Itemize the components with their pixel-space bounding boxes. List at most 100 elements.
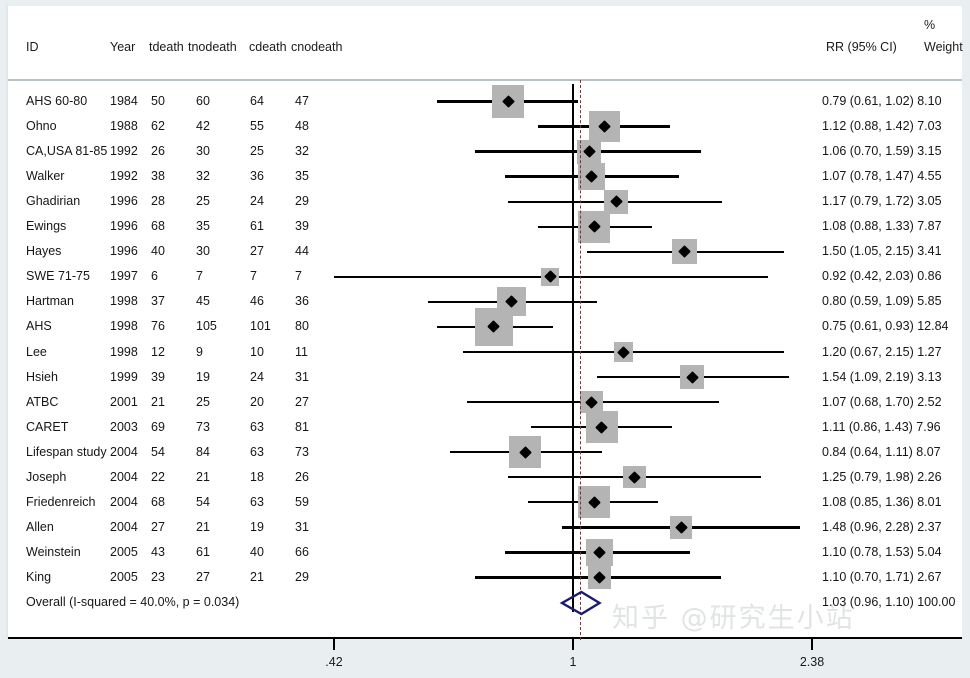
study-tdeath: 69 [151,419,165,434]
table-row: AHS 1998 76 105 101 80 0.75 (0.61, 0.93) 12.84 [0,314,970,339]
study-cdeath: 21 [250,569,264,584]
study-cnodeath: 32 [295,144,309,159]
overall-label: Overall (I-squared = 40.0%, p = 0.034) [26,595,240,609]
axis-tick-label: 2.38 [799,655,825,669]
table-row: CARET 2003 69 73 63 81 1.11 (0.86, 1.43) 7.96 [0,415,970,440]
study-year: 2004 [110,469,138,484]
study-year: 1998 [110,294,138,309]
header-divider [8,79,962,81]
study-tnodeath: 21 [196,469,210,484]
study-id: Allen [26,519,54,534]
table-row: CA,USA 81-85 1992 26 30 25 32 1.06 (0.70, 1.59… [0,139,970,164]
table-row: Friedenreich 2004 68 54 63 59 1.08 (0.85, 1.36… [0,490,970,515]
table-row: Ghadirian 1996 28 25 24 29 1.17 (0.79, 1.72) 3… [0,189,970,214]
header-rr-ci: RR (95% CI) [826,40,897,54]
axis-tick-label: .42 [325,655,343,669]
header-weight: Weight [924,40,963,54]
study-cnodeath: 80 [295,319,309,334]
axis-tick [333,639,335,650]
study-rr-ci-weight: 1.48 (0.96, 2.28) 2.37 [822,519,942,534]
study-rr-ci-weight: 1.50 (1.05, 2.15) 3.41 [822,244,942,259]
study-year: 1996 [110,244,138,259]
study-cdeath: 40 [250,544,264,559]
study-id: SWE 71-75 [26,269,90,284]
table-row: Ewings 1996 68 35 61 39 1.08 (0.88, 1.33) 7.87 [0,214,970,239]
study-tdeath: 12 [151,344,165,359]
study-id: CA,USA 81-85 [26,144,108,159]
study-tdeath: 21 [151,394,165,409]
study-tdeath: 68 [151,219,165,234]
study-rr-ci-weight: 1.20 (0.67, 2.15) 1.27 [822,344,942,359]
study-year: 1998 [110,319,138,334]
study-tdeath: 26 [151,144,165,159]
header-tdeath: tdeath [149,40,184,54]
study-cdeath: 46 [250,294,264,309]
study-id: Ohno [26,119,57,134]
study-tdeath: 43 [151,544,165,559]
study-tnodeath: 84 [196,444,210,459]
study-tdeath: 68 [151,494,165,509]
study-tdeath: 22 [151,469,165,484]
study-cdeath: 63 [250,419,264,434]
study-cdeath: 10 [250,344,264,359]
study-rr-ci-weight: 0.79 (0.61, 1.02) 8.10 [822,94,942,108]
table-row: Hartman 1998 37 45 46 36 0.80 (0.59, 1.09) 5.8… [0,289,970,314]
study-cnodeath: 48 [295,119,309,134]
study-year: 2003 [110,419,138,434]
study-tnodeath: 25 [196,394,210,409]
study-id: ATBC [26,394,59,409]
study-tdeath: 6 [151,269,158,284]
study-tnodeath: 19 [196,369,210,384]
study-tnodeath: 30 [196,144,210,159]
study-id: AHS 60-80 [26,94,88,108]
study-cdeath: 63 [250,444,264,459]
study-cnodeath: 29 [295,194,309,209]
header-id: ID [26,40,39,54]
study-id: Lifespan study [26,444,107,459]
study-cdeath: 55 [250,119,264,134]
study-tdeath: 39 [151,369,165,384]
header-cdeath: cdeath [249,40,287,54]
study-rr-ci-weight: 1.10 (0.70, 1.71) 2.67 [822,569,942,584]
study-year: 2005 [110,544,138,559]
study-id: Friedenreich [26,494,96,509]
study-rr-ci-weight: 0.80 (0.59, 1.09) 5.85 [822,294,942,309]
study-cnodeath: 47 [295,94,309,108]
study-rr-ci-weight: 1.54 (1.09, 2.19) 3.13 [822,369,942,384]
study-cnodeath: 11 [295,344,308,359]
study-year: 2004 [110,519,138,534]
table-row: Walker 1992 38 32 36 35 1.07 (0.78, 1.47) 4.55 [0,164,970,189]
study-rr-ci-weight: 0.84 (0.64, 1.11) 8.07 [822,444,941,459]
study-tnodeath: 42 [196,119,210,134]
study-tdeath: 38 [151,169,165,184]
study-tnodeath: 7 [196,269,203,284]
study-cdeath: 7 [250,269,257,284]
table-row: Lee 1998 12 9 10 11 1.20 (0.67, 2.15) 1.27 [0,340,970,365]
study-tnodeath: 30 [196,244,210,259]
table-row: Ohno 1988 62 42 55 48 1.12 (0.88, 1.42) 7.03 [0,114,970,139]
table-row: Allen 2004 27 21 19 31 1.48 (0.96, 2.28) 2.37 [0,515,970,540]
study-tnodeath: 27 [196,569,210,584]
table-row: King 2005 23 27 21 29 1.10 (0.70, 1.71) 2.67 [0,565,970,590]
study-id: Joseph [26,469,67,484]
study-cdeath: 63 [250,494,264,509]
table-row: Hayes 1996 40 30 27 44 1.50 (1.05, 2.15) 3.41 [0,239,970,264]
study-cnodeath: 29 [295,569,309,584]
study-cdeath: 61 [250,219,264,234]
study-tnodeath: 60 [196,94,210,108]
study-id: Ghadirian [26,194,81,209]
study-year: 2005 [110,569,138,584]
study-year: 1996 [110,194,138,209]
study-year: 2004 [110,444,138,459]
study-tdeath: 40 [151,244,165,259]
study-year: 1984 [110,94,138,108]
study-rr-ci-weight: 0.75 (0.61, 0.93) 12.84 [822,319,949,334]
study-id: Walker [26,169,65,184]
study-id: Lee [26,344,47,359]
study-rr-ci-weight: 1.11 (0.86, 1.43) 7.96 [822,419,941,434]
table-row: Lifespan study 2004 54 84 63 73 0.84 (0.64, 1.… [0,440,970,465]
study-year: 2004 [110,494,138,509]
study-cnodeath: 66 [295,544,309,559]
study-tnodeath: 54 [196,494,210,509]
study-cdeath: 101 [250,319,271,334]
